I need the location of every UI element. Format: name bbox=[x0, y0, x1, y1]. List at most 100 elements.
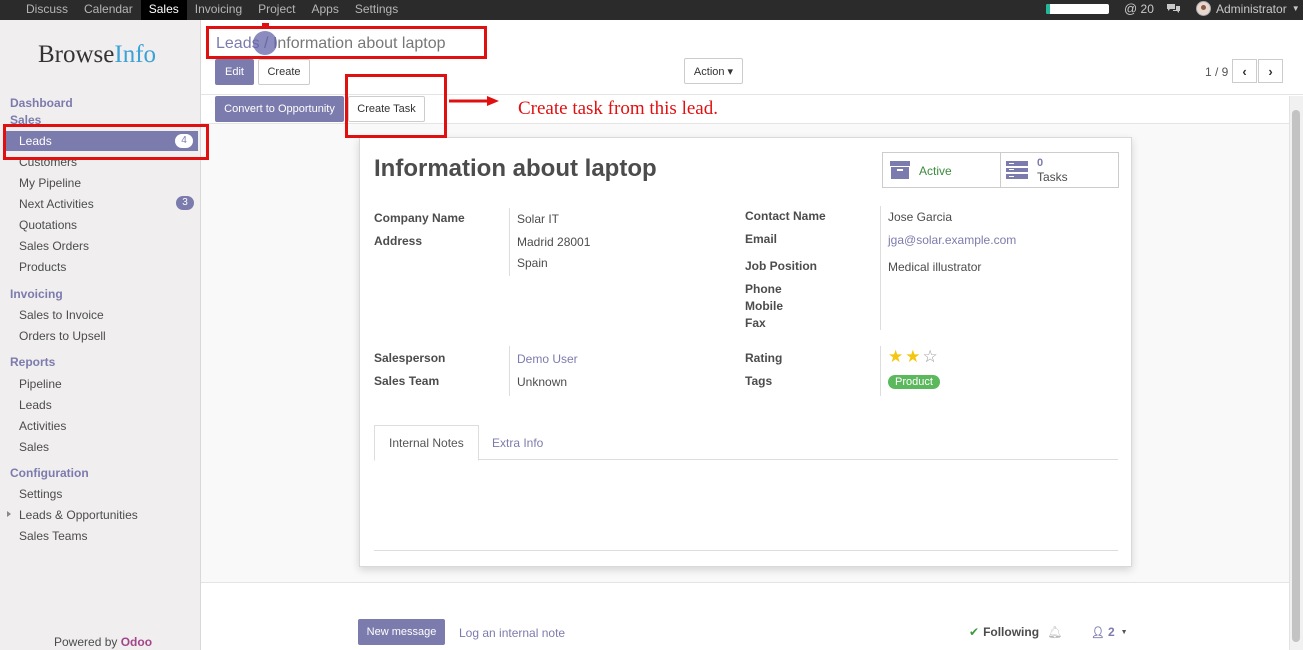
sidebar-item-sales-to-invoice[interactable]: Sales to Invoice bbox=[19, 308, 104, 322]
email-link[interactable]: jga@solar.example.com bbox=[888, 233, 1016, 247]
company-name-label: Company Name bbox=[374, 211, 465, 225]
expand-caret-icon[interactable] bbox=[7, 511, 11, 517]
tag-badge[interactable]: Product bbox=[888, 375, 940, 389]
convert-to-opportunity-button[interactable]: Convert to Opportunity bbox=[215, 96, 344, 122]
sidebar-item-report-leads[interactable]: Leads bbox=[19, 398, 52, 412]
sidebar-item-sales-orders[interactable]: Sales Orders bbox=[19, 239, 89, 253]
followers-count: 2 bbox=[1107, 625, 1115, 639]
notebook-tabs: Internal Notes Extra Info bbox=[374, 425, 1118, 461]
avatar bbox=[1196, 1, 1211, 16]
star-filled-icon[interactable]: ★ bbox=[905, 347, 920, 367]
sidebar-item-settings[interactable]: Settings bbox=[19, 487, 62, 501]
bell-icon[interactable]: 🔔︎ bbox=[1047, 625, 1062, 639]
sidebar-item-report-activities[interactable]: Activities bbox=[19, 419, 66, 433]
following-button[interactable]: ✔ Following 🔔︎ bbox=[969, 625, 1062, 639]
tab-extra-info[interactable]: Extra Info bbox=[478, 425, 557, 461]
annotation-box-create-task bbox=[345, 74, 447, 138]
menu-settings[interactable]: Settings bbox=[347, 0, 406, 20]
powered-by: Powered by Odoo bbox=[54, 635, 152, 649]
user-icon: 👤︎ bbox=[1091, 626, 1105, 639]
address-line2: Spain bbox=[517, 256, 548, 270]
edit-button[interactable]: Edit bbox=[215, 59, 254, 85]
job-position-value: Medical illustrator bbox=[888, 260, 982, 274]
menu-sales[interactable]: Sales bbox=[140, 0, 187, 20]
pager-next-button[interactable]: › bbox=[1258, 59, 1283, 83]
sidebar-section-configuration: Configuration bbox=[10, 466, 89, 480]
job-position-label: Job Position bbox=[745, 259, 817, 273]
next-activities-count-badge: 3 bbox=[176, 196, 194, 210]
followers-dropdown[interactable]: 👤︎ 2 ▼ bbox=[1091, 625, 1128, 639]
lead-title: Information about laptop bbox=[374, 155, 657, 182]
sidebar-item-report-pipeline[interactable]: Pipeline bbox=[19, 377, 62, 391]
menu-invoicing[interactable]: Invoicing bbox=[187, 0, 250, 20]
sidebar-item-quotations[interactable]: Quotations bbox=[19, 218, 77, 232]
sidebar-item-products[interactable]: Products bbox=[19, 260, 66, 274]
mentions-count: 20 bbox=[1140, 2, 1154, 16]
rating-stars[interactable]: ★ ★ ☆ bbox=[888, 347, 940, 367]
sidebar-item-next-activities[interactable]: Next Activities bbox=[19, 197, 94, 211]
sidebar-item-report-sales[interactable]: Sales bbox=[19, 440, 49, 454]
annotation-box-leads bbox=[3, 124, 209, 160]
sidebar-section-reports: Reports bbox=[10, 355, 56, 369]
log-note-link[interactable]: Log an internal note bbox=[459, 626, 565, 640]
sidebar-section-dashboard[interactable]: Dashboard bbox=[10, 96, 73, 110]
annotation-box-breadcrumb bbox=[206, 26, 487, 59]
tasks-smart-button[interactable]: 0 Tasks bbox=[1001, 153, 1118, 187]
tasks-icon bbox=[1006, 161, 1028, 179]
powered-by-text: Powered by bbox=[54, 635, 121, 649]
field-separator bbox=[880, 346, 881, 396]
salesperson-label: Salesperson bbox=[374, 351, 446, 365]
field-separator bbox=[509, 346, 510, 396]
sidebar-item-my-pipeline[interactable]: My Pipeline bbox=[19, 176, 81, 190]
address-line1: Madrid 28001 bbox=[517, 235, 591, 249]
sales-team-label: Sales Team bbox=[374, 374, 440, 388]
chatter: New message Log an internal note ✔ Follo… bbox=[201, 582, 1303, 650]
chat-icon[interactable] bbox=[1166, 2, 1181, 18]
pager-previous-button[interactable]: ‹ bbox=[1232, 59, 1257, 83]
address-label: Address bbox=[374, 234, 423, 248]
form-sheet: Information about laptop Active 0 Tasks … bbox=[359, 137, 1132, 567]
salesperson-link[interactable]: Demo User bbox=[517, 352, 578, 366]
menu-apps[interactable]: Apps bbox=[303, 0, 346, 20]
active-toggle-button[interactable]: Active bbox=[883, 153, 1001, 187]
new-message-button[interactable]: New message bbox=[358, 619, 445, 645]
odoo-link[interactable]: Odoo bbox=[121, 635, 152, 649]
email-label: Email bbox=[745, 232, 778, 246]
sales-team-value: Unknown bbox=[517, 375, 568, 389]
scrollbar-thumb[interactable] bbox=[1292, 110, 1300, 642]
check-icon: ✔ bbox=[969, 625, 980, 639]
onboarding-progress-bar[interactable] bbox=[1046, 4, 1109, 14]
mentions-indicator[interactable]: @ 20 bbox=[1124, 0, 1154, 18]
fax-label: Fax bbox=[745, 316, 766, 330]
contact-name-label: Contact Name bbox=[745, 209, 826, 223]
menu-project[interactable]: Project bbox=[250, 0, 303, 20]
star-filled-icon[interactable]: ★ bbox=[888, 347, 903, 367]
action-dropdown[interactable]: Action ▾ bbox=[684, 58, 743, 84]
user-name: Administrator bbox=[1216, 1, 1287, 16]
sidebar-item-leads-opportunities[interactable]: Leads & Opportunities bbox=[19, 508, 138, 522]
star-empty-icon[interactable]: ☆ bbox=[923, 347, 938, 367]
company-name-value: Solar IT bbox=[517, 212, 560, 226]
annotation-arrow-icon bbox=[449, 96, 499, 106]
following-label: Following bbox=[983, 625, 1040, 639]
pager-value[interactable]: 1 / 9 bbox=[1205, 65, 1228, 79]
user-menu[interactable]: Administrator ▼ bbox=[1196, 1, 1300, 16]
caret-down-icon: ▼ bbox=[1120, 628, 1128, 636]
sidebar-item-sales-teams[interactable]: Sales Teams bbox=[19, 529, 87, 543]
annotation-text: Create task from this lead. bbox=[518, 98, 718, 119]
contact-name-value: Jose Garcia bbox=[888, 210, 953, 224]
create-button[interactable]: Create bbox=[258, 59, 310, 85]
field-separator bbox=[509, 208, 510, 276]
menu-discuss[interactable]: Discuss bbox=[18, 0, 76, 20]
rating-label: Rating bbox=[745, 351, 783, 365]
tab-internal-notes[interactable]: Internal Notes bbox=[374, 425, 479, 461]
sidebar-item-orders-to-upsell[interactable]: Orders to Upsell bbox=[19, 329, 106, 343]
app-menu: Discuss Calendar Sales Invoicing Project… bbox=[18, 0, 406, 20]
progress-fill bbox=[1046, 4, 1050, 14]
at-icon: @ bbox=[1124, 1, 1138, 16]
active-status-label: Active bbox=[919, 164, 952, 178]
menu-calendar[interactable]: Calendar bbox=[76, 0, 141, 20]
company-logo: BrowseInfo bbox=[38, 41, 156, 69]
archive-icon bbox=[890, 161, 910, 179]
caret-down-icon: ▼ bbox=[1291, 4, 1300, 13]
